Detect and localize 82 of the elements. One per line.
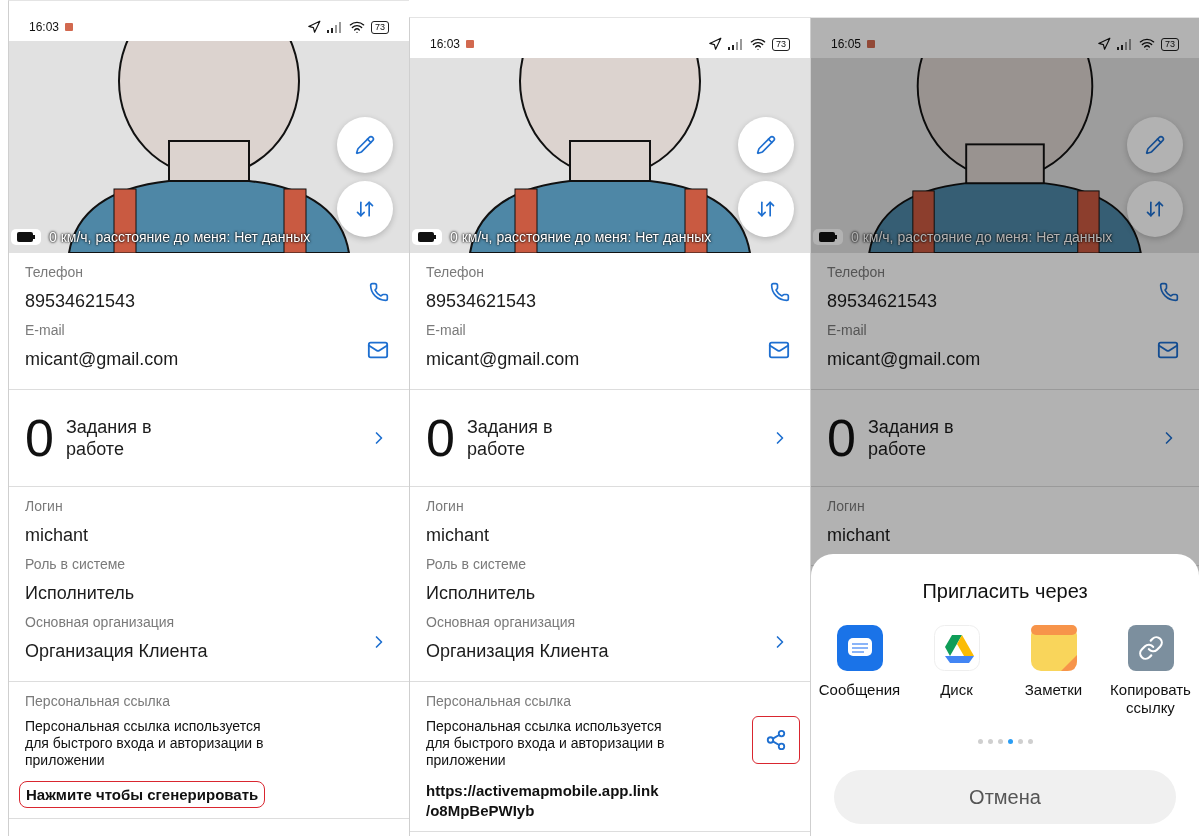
location-arrow-icon: [1097, 37, 1111, 51]
swap-arrows-icon: [1145, 199, 1165, 219]
signal-icon: [327, 21, 343, 33]
notepad-icon: [1030, 625, 1077, 671]
field-label: E-mail: [827, 321, 868, 339]
share-target[interactable]: Копировать ссылку: [1104, 625, 1197, 717]
share-target[interactable]: Заметки: [1007, 625, 1100, 717]
field-label: E-mail: [426, 321, 467, 339]
sheet-title: Пригласить через: [922, 580, 1088, 603]
share-target[interactable]: Диск: [910, 625, 1003, 717]
field-label: E-mail: [25, 321, 66, 339]
pencil-icon: [355, 135, 375, 155]
location-arrow-icon: [708, 37, 722, 51]
task-count: 0: [426, 408, 455, 468]
edit-button[interactable]: [1127, 117, 1183, 173]
share-target[interactable]: Сообщения: [813, 625, 906, 717]
pencil-icon: [756, 135, 776, 155]
status-time: 16:03: [29, 20, 60, 34]
field-label: Основная организация: [426, 613, 577, 631]
field-label: Роль в системе: [25, 555, 127, 573]
edit-button[interactable]: [337, 117, 393, 173]
field-value: michant: [827, 524, 892, 547]
field-label: Роль в системе: [426, 555, 528, 573]
location-arrow-icon: [307, 20, 321, 34]
tasks-label: Задания в работе: [867, 416, 955, 460]
edit-button[interactable]: [738, 117, 794, 173]
field-label: Логин: [25, 497, 64, 515]
battery-level: 73: [772, 37, 790, 51]
field-label: Персональная ссылка: [25, 693, 170, 709]
cancel-button[interactable]: Отмена: [834, 770, 1176, 824]
task-count: 0: [25, 408, 54, 468]
signal-icon: [728, 38, 744, 50]
pencil-icon: [1145, 135, 1165, 155]
battery-unknown-icon: [813, 229, 843, 245]
link-description: Персональная ссылка используется для быстрого входа и авторизации в приложении: [25, 718, 265, 769]
field-value: 89534621543: [426, 290, 538, 313]
wifi-icon: [1139, 36, 1155, 52]
field-label: Телефон: [25, 263, 85, 281]
battery-level: 73: [1161, 37, 1179, 51]
status-time: 16:05: [831, 37, 862, 51]
field-value: 89534621543: [827, 290, 939, 313]
field-value: micant@gmail.com: [25, 348, 180, 371]
field-label: Логин: [827, 497, 866, 515]
personal-link[interactable]: https://activemapmobile.app.link /o8MpBePWIyb: [426, 781, 794, 821]
field-label: Персональная ссылка: [426, 693, 571, 709]
swap-arrows-icon: [756, 199, 776, 219]
swap-button[interactable]: [337, 181, 393, 237]
field-value: Исполнитель: [426, 582, 537, 605]
wifi-icon: [750, 36, 766, 52]
signal-icon: [1117, 38, 1133, 50]
battery-unknown-icon: [11, 229, 41, 245]
status-time: 16:03: [430, 37, 461, 51]
app-notification-icon: [466, 40, 475, 48]
app-notification-icon: [65, 23, 74, 31]
battery-level: 73: [371, 20, 389, 34]
field-value: Организация Клиента: [25, 640, 209, 663]
tasks-label: Задания в работе: [466, 416, 554, 460]
field-label: Телефон: [827, 263, 887, 281]
field-value: micant@gmail.com: [426, 348, 581, 371]
field-value: micant@gmail.com: [827, 348, 982, 371]
app-notification-icon: [867, 40, 876, 48]
swap-arrows-icon: [355, 199, 375, 219]
generate-link-button[interactable]: Нажмите чтобы сгенерировать: [19, 781, 266, 808]
tasks-label: Задания в работе: [65, 416, 153, 460]
battery-unknown-icon: [412, 229, 442, 245]
link-description: Персональная ссылка используется для быстрого входа и авторизации в приложении: [426, 718, 666, 769]
chat-bubble-icon: [836, 625, 883, 671]
field-label: Телефон: [426, 263, 486, 281]
field-value: michant: [426, 524, 491, 547]
share-icon: [765, 728, 787, 751]
field-value: Организация Клиента: [426, 640, 610, 663]
field-value: 89534621543: [25, 290, 137, 313]
field-value: Исполнитель: [25, 582, 136, 605]
link-icon: [1127, 625, 1174, 671]
field-value: michant: [25, 524, 90, 547]
swap-button[interactable]: [1127, 181, 1183, 237]
field-label: Логин: [426, 497, 465, 515]
share-button[interactable]: [752, 715, 800, 764]
field-label: Основная организация: [25, 613, 176, 631]
wifi-icon: [349, 19, 365, 35]
swap-button[interactable]: [738, 181, 794, 237]
task-count: 0: [827, 408, 856, 468]
